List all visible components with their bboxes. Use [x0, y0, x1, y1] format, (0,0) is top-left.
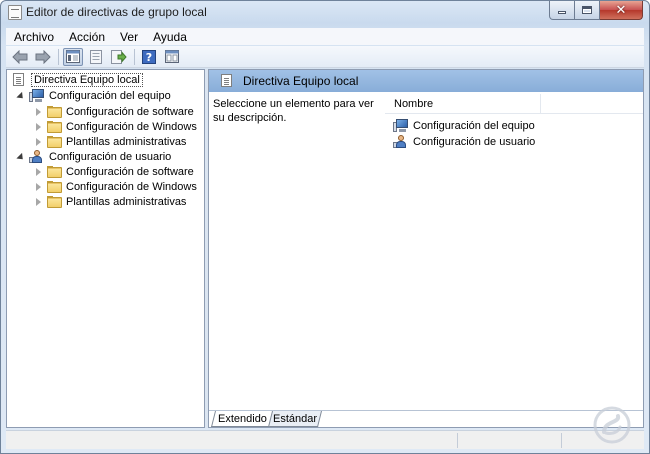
menu-ver[interactable]: Ver [112, 30, 145, 44]
forward-button[interactable] [33, 48, 53, 66]
help-button[interactable]: ? [139, 48, 159, 66]
toolbar-separator [134, 48, 135, 65]
policy-document-icon [219, 74, 235, 88]
tree-item-computer-admin-templates[interactable]: Plantillas administrativas [34, 134, 186, 150]
tab-label: Extendido [217, 412, 267, 425]
forward-arrow-icon [35, 49, 51, 64]
tree-item-label: Configuración de usuario [49, 151, 172, 163]
expand-arrow-icon[interactable] [34, 122, 43, 132]
minimize-button[interactable] [549, 1, 575, 20]
back-button[interactable] [10, 48, 30, 66]
tree-item-label: Configuración de Windows [66, 181, 197, 193]
tree-item-label: Plantillas administrativas [66, 196, 187, 208]
tree-item-user-admin-templates[interactable]: Plantillas administrativas [34, 194, 186, 210]
close-icon: ✕ [615, 2, 627, 18]
folder-icon [47, 121, 62, 133]
properties-button[interactable] [86, 48, 106, 66]
folder-icon [47, 196, 62, 208]
tab-extendido[interactable]: Extendido [211, 411, 273, 427]
content-header-title: Directiva Equipo local [243, 74, 359, 88]
folder-icon [47, 166, 62, 178]
folder-icon [47, 136, 62, 148]
properties-icon [90, 49, 102, 64]
menu-ayuda[interactable]: Ayuda [145, 30, 194, 44]
folder-icon [47, 181, 62, 193]
user-icon [393, 135, 409, 149]
expand-arrow-icon[interactable] [34, 167, 43, 177]
tree-item-user-windows[interactable]: Configuración de Windows [34, 179, 197, 195]
minimize-icon [558, 11, 566, 14]
collapse-arrow-icon[interactable] [16, 153, 25, 162]
menu-bar: Archivo Acción Ver Ayuda [6, 28, 644, 45]
tree-item-label: Plantillas administrativas [66, 136, 187, 148]
export-list-button[interactable] [109, 48, 129, 66]
computer-icon [393, 119, 409, 133]
collapse-arrow-icon[interactable] [16, 92, 25, 101]
caption-buttons: ✕ [549, 1, 643, 20]
expand-arrow-icon[interactable] [34, 137, 43, 147]
toolbar: ? [6, 46, 644, 68]
show-tree-icon [66, 50, 80, 63]
content-pane: Directiva Equipo local Seleccione un ele… [208, 69, 644, 428]
tree-item-label: Directiva Equipo local [31, 73, 143, 87]
list-item-user-config[interactable]: Configuración de usuario [393, 134, 535, 150]
status-bar [6, 430, 644, 449]
tree-item-label: Configuración de software [66, 106, 194, 118]
tree-item-label: Configuración de Windows [66, 121, 197, 133]
list-item-computer-config[interactable]: Configuración del equipo [393, 118, 535, 134]
tree-pane[interactable]: Directiva Equipo local Configuración del… [6, 69, 205, 428]
show-tree-button[interactable] [63, 47, 83, 66]
expand-arrow-icon[interactable] [34, 107, 43, 117]
console-view-icon [165, 50, 179, 63]
menu-accion[interactable]: Acción [61, 30, 112, 44]
view-tabs: Estándar Extendido [209, 410, 643, 427]
title-bar[interactable]: Editor de directivas de grupo local ✕ [1, 1, 649, 25]
content-header: Directiva Equipo local [209, 70, 643, 92]
computer-icon [29, 89, 45, 103]
menu-archivo[interactable]: Archivo [6, 30, 61, 44]
policy-editor-app-icon[interactable] [8, 5, 22, 20]
tree-item-computer-software[interactable]: Configuración de software [34, 104, 194, 120]
app-window: Editor de directivas de grupo local ✕ Ar… [0, 0, 650, 454]
tab-estandar[interactable]: Estándar [268, 411, 322, 427]
status-divider [561, 433, 562, 448]
item-list[interactable]: Nombre Configuración del equipo Configur… [385, 92, 643, 410]
tree-item-label: Configuración de software [66, 166, 194, 178]
column-header-name[interactable]: Nombre [385, 94, 541, 114]
folder-icon [47, 106, 62, 118]
main-area: Directiva Equipo local Configuración del… [6, 69, 644, 428]
list-item-label: Configuración de usuario [413, 136, 536, 148]
list-item-label: Configuración del equipo [413, 120, 535, 132]
maximize-button[interactable] [575, 1, 600, 20]
console-view-button[interactable] [162, 48, 182, 66]
tree-item-user-config[interactable]: Configuración de usuario [16, 149, 171, 165]
status-divider [457, 433, 458, 448]
tree-item-user-software[interactable]: Configuración de software [34, 164, 194, 180]
expand-arrow-icon[interactable] [34, 182, 43, 192]
tree-item-label: Configuración del equipo [49, 90, 171, 102]
policy-document-icon [11, 73, 27, 87]
toolbar-separator [58, 48, 59, 65]
tree-item-computer-windows[interactable]: Configuración de Windows [34, 119, 197, 135]
tree-item-computer-config[interactable]: Configuración del equipo [16, 88, 171, 104]
svg-text:?: ? [146, 51, 152, 64]
back-arrow-icon [12, 49, 28, 64]
list-header: Nombre [385, 94, 643, 114]
tree-item-root[interactable]: Directiva Equipo local [11, 72, 143, 88]
window-title: Editor de directivas de grupo local [26, 5, 207, 19]
description-text: Seleccione un elemento para ver su descr… [213, 98, 374, 124]
help-icon: ? [142, 49, 156, 64]
expand-arrow-icon[interactable] [34, 197, 43, 207]
close-button[interactable]: ✕ [600, 1, 643, 20]
maximize-icon [582, 6, 592, 14]
tab-label: Estándar [273, 412, 318, 425]
export-icon [111, 49, 127, 64]
user-icon [29, 150, 45, 164]
watermark-logo-icon [593, 406, 631, 444]
